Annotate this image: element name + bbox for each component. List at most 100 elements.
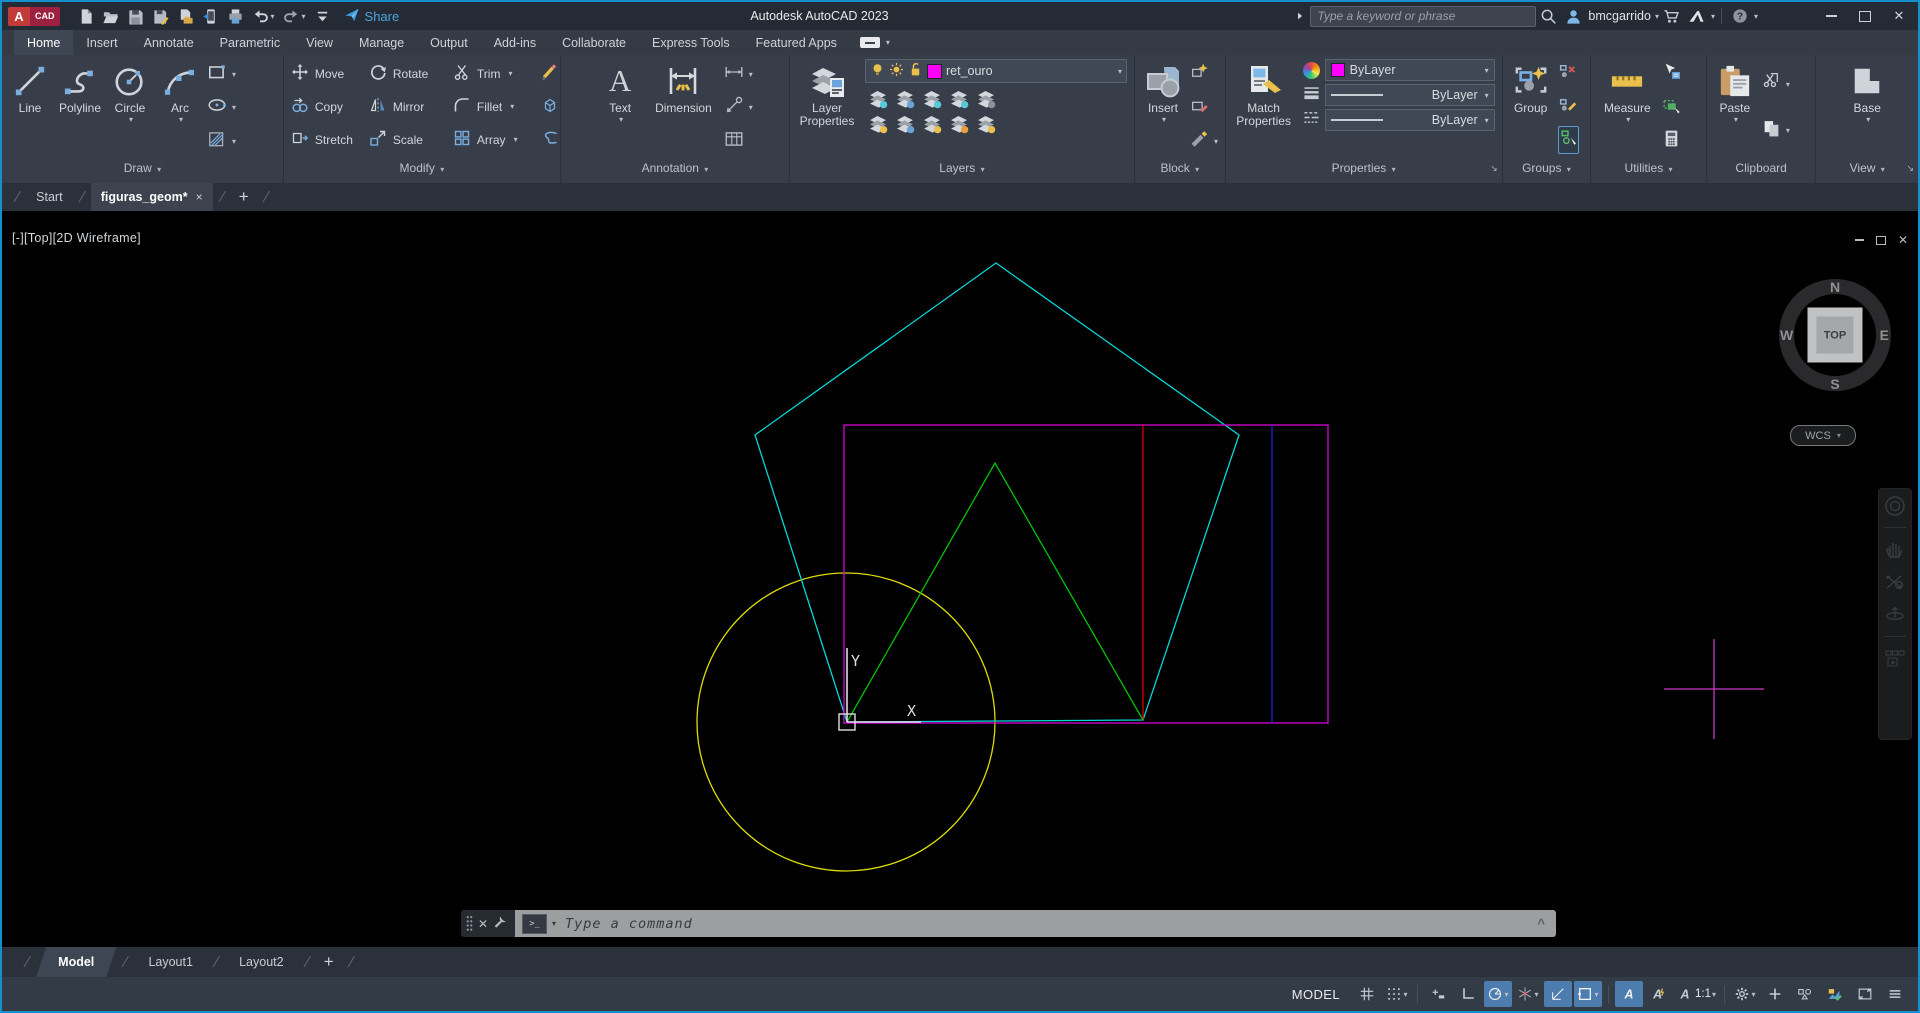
file-tab-figuras-geom-[interactable]: figuras_geom*×: [91, 183, 213, 211]
copy-clip-caret-icon[interactable]: ▾: [1786, 126, 1790, 135]
viewport-close-icon[interactable]: ✕: [1898, 233, 1908, 247]
dimension-button[interactable]: Dimension: [653, 57, 714, 158]
layer-walk-button[interactable]: [973, 86, 1000, 111]
ortho-mode-toggle[interactable]: [1454, 981, 1482, 1007]
ellipse-tool-button[interactable]: ▾: [207, 95, 236, 121]
viewport-restore-icon[interactable]: [1876, 236, 1886, 245]
current-layer-dropdown[interactable]: ret_ouro ▾: [865, 59, 1127, 83]
ungroup-button[interactable]: [1558, 61, 1579, 87]
select-matching-button[interactable]: [1662, 95, 1681, 121]
command-prompt-icon[interactable]: >_: [522, 914, 547, 934]
navigation-wheel-icon[interactable]: [1883, 494, 1907, 518]
autoscale-toggle[interactable]: A: [1645, 981, 1673, 1007]
workspace-settings-caret-icon[interactable]: ▾: [1751, 990, 1755, 999]
autodesk-logo-icon[interactable]: [1684, 8, 1709, 25]
paste-menu-caret-icon[interactable]: ▾: [1734, 115, 1738, 124]
array-button[interactable]: Array▾: [453, 129, 541, 150]
close-button[interactable]: ✕: [1884, 5, 1914, 27]
move-button[interactable]: Move: [291, 63, 369, 84]
save-as-button[interactable]: [149, 6, 172, 27]
new-file-button[interactable]: [74, 6, 97, 27]
current-layer-swatch[interactable]: [927, 64, 942, 79]
isodraft-caret-icon[interactable]: ▾: [1534, 990, 1538, 999]
customize-qat-button[interactable]: [311, 6, 334, 27]
base-button[interactable]: Base ▾: [1842, 57, 1892, 158]
trim-button[interactable]: Trim▾: [453, 63, 541, 84]
magenta-rectangle[interactable]: [844, 425, 1328, 723]
undo-button[interactable]: ▾: [249, 6, 278, 27]
layer-isolate-button[interactable]: [892, 86, 919, 111]
orbit-icon[interactable]: [1883, 603, 1907, 627]
viewcube-north[interactable]: N: [1830, 279, 1840, 295]
properties-launcher-icon[interactable]: ↘: [1490, 158, 1498, 179]
ribbon-display-toggle[interactable]: ▾: [860, 30, 890, 55]
ribbon-tab-view[interactable]: View: [293, 30, 346, 55]
viewcube-south[interactable]: S: [1830, 376, 1839, 392]
array-menu-caret-icon[interactable]: ▾: [514, 135, 518, 144]
circle-menu-caret-icon[interactable]: ▾: [129, 115, 133, 124]
line-button[interactable]: Line: [5, 57, 55, 158]
block-editor-caret-icon[interactable]: ▾: [1214, 137, 1218, 146]
hatch-menu-caret-icon[interactable]: ▾: [232, 137, 236, 146]
ribbon-tab-manage[interactable]: Manage: [346, 30, 417, 55]
text-button[interactable]: A Text ▾: [595, 57, 645, 158]
panel-footer-block[interactable]: Block ▾: [1135, 158, 1225, 183]
cut-caret-icon[interactable]: ▾: [1786, 80, 1790, 89]
cyan-pentagon[interactable]: [755, 263, 1239, 722]
block-editor-button[interactable]: ▾: [1190, 128, 1218, 154]
grid-display-toggle[interactable]: [1353, 981, 1381, 1007]
ribbon-tab-annotate[interactable]: Annotate: [131, 30, 207, 55]
text-menu-caret-icon[interactable]: ▾: [619, 115, 623, 124]
dynamic-input-toggle[interactable]: [1424, 981, 1452, 1007]
ribbon-tab-add-ins[interactable]: Add-ins: [481, 30, 549, 55]
ribbon-tab-home[interactable]: Home: [14, 30, 73, 55]
arc-menu-caret-icon[interactable]: ▾: [179, 115, 183, 124]
measure-button[interactable]: Measure ▾: [1594, 57, 1660, 158]
group-edit-button[interactable]: [1558, 94, 1579, 120]
quick-calculator-button[interactable]: [1662, 128, 1681, 154]
command-customize-wrench-icon[interactable]: [493, 914, 508, 934]
search-input[interactable]: [1310, 6, 1536, 27]
open-from-web-button[interactable]: [174, 6, 197, 27]
annotation-scale-caret-icon[interactable]: ▾: [1712, 990, 1716, 999]
ribbon-tab-collaborate[interactable]: Collaborate: [549, 30, 639, 55]
layer-unlock-icon[interactable]: [908, 62, 923, 80]
lineweight-icon[interactable]: [1303, 84, 1320, 106]
leader-caret-icon[interactable]: ▾: [749, 103, 753, 112]
annotation-visibility-toggle[interactable]: A: [1615, 981, 1643, 1007]
layer-on-button[interactable]: [865, 111, 892, 136]
maximize-button[interactable]: [1850, 5, 1880, 27]
viewcube[interactable]: N S W E TOP: [1779, 279, 1891, 391]
base-menu-caret-icon[interactable]: ▾: [1866, 115, 1870, 124]
hatch-tool-button[interactable]: ▾: [207, 128, 236, 154]
navigation-bar[interactable]: [1878, 488, 1912, 740]
app-store-cart-icon[interactable]: [1659, 8, 1684, 25]
layer-lock-button[interactable]: [946, 86, 973, 111]
clean-screen-toggle[interactable]: [1851, 981, 1879, 1007]
polyline-button[interactable]: Polyline: [55, 57, 105, 158]
cut-button[interactable]: ▾: [1762, 71, 1790, 97]
search-expand-arrow[interactable]: [1290, 10, 1310, 22]
panel-footer-layers[interactable]: Layers ▾: [790, 158, 1134, 183]
linetype-dropdown[interactable]: ByLayer ▾: [1325, 109, 1495, 131]
linear-dimension-caret-icon[interactable]: ▾: [749, 70, 753, 79]
measure-menu-caret-icon[interactable]: ▾: [1626, 115, 1630, 124]
match-properties-button[interactable]: Match Properties: [1229, 57, 1299, 158]
annotation-scale-toggle[interactable]: A1:1▾: [1675, 981, 1718, 1007]
ellipse-menu-caret-icon[interactable]: ▾: [232, 103, 236, 112]
object-snap-caret-icon[interactable]: ▾: [1594, 990, 1598, 999]
command-input-bar[interactable]: >_ ▾ Type a command ^: [515, 910, 1556, 937]
arc-button[interactable]: Arc ▾: [155, 57, 205, 158]
ucs-y-label[interactable]: Y: [851, 652, 860, 670]
minimize-button[interactable]: [1816, 5, 1846, 27]
file-tab-close-icon[interactable]: ×: [196, 190, 203, 204]
circle-button[interactable]: Circle ▾: [105, 57, 155, 158]
open-file-button[interactable]: [99, 6, 122, 27]
copy-button[interactable]: Copy: [291, 96, 369, 117]
panel-footer-clipboard[interactable]: Clipboard: [1707, 158, 1816, 183]
paste-button[interactable]: Paste ▾: [1710, 57, 1760, 158]
share-button[interactable]: Share: [344, 7, 400, 26]
panel-footer-view[interactable]: View ▾↘: [1816, 158, 1918, 183]
viewport-minimize-icon[interactable]: [1855, 239, 1864, 241]
layer-freeze-button[interactable]: [919, 86, 946, 111]
